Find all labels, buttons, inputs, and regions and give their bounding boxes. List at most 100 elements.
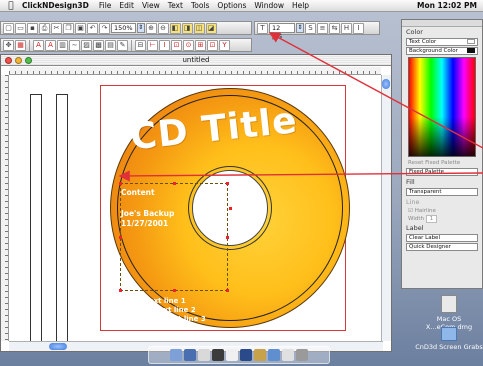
selection-handle[interactable] <box>119 289 122 292</box>
menu-text[interactable]: Text <box>164 1 187 10</box>
center-handle[interactable] <box>229 207 232 210</box>
font-size-field[interactable]: 12 pts <box>269 23 295 40</box>
copy-icon[interactable]: ❐ <box>63 22 74 34</box>
app-icon[interactable] <box>184 349 196 361</box>
bring-front-icon[interactable]: ◧ <box>169 22 181 34</box>
selection-handle[interactable] <box>173 182 176 185</box>
rect-tool-icon[interactable]: ▩ <box>93 39 104 51</box>
open-folder-icon[interactable]: ▭ <box>15 22 26 34</box>
zoom-field[interactable]: 150% <box>111 23 136 33</box>
rotate-tool-icon[interactable]: ⊙ <box>183 39 194 51</box>
fill-tool-icon[interactable]: ▤ <box>105 39 116 51</box>
canvas[interactable]: CD Title Content Joe's Backup 11/27/2001… <box>10 76 381 342</box>
app-menu[interactable]: ClickNDesign3D <box>18 1 95 10</box>
menu-edit[interactable]: Edit <box>115 1 138 10</box>
label-tool-icon[interactable]: Y <box>219 39 230 51</box>
shadow-tool-icon[interactable]: ⊡ <box>171 39 182 51</box>
text-flip-icon[interactable]: H <box>341 22 352 34</box>
group-icon[interactable]: ◫ <box>193 22 205 34</box>
lock-tool-icon[interactable]: ⊟ <box>135 39 146 51</box>
menu-tools[interactable]: Tools <box>187 1 213 10</box>
color-spectrum[interactable] <box>408 57 476 157</box>
new-document-icon[interactable]: ▢ <box>3 22 14 34</box>
ungroup-icon[interactable]: ◪ <box>205 22 217 34</box>
zoom-in-icon[interactable]: ⊕ <box>145 22 157 34</box>
text-style-icon[interactable]: S <box>305 22 316 34</box>
app-icon[interactable] <box>226 349 238 361</box>
document-window: untitled CD Title Content Joe's Backup 1… <box>0 54 392 352</box>
menu-options[interactable]: Options <box>213 1 250 10</box>
clear-label-button[interactable]: Clear Label <box>406 234 478 242</box>
close-icon[interactable] <box>5 57 12 64</box>
right-spine-panel[interactable] <box>56 94 68 342</box>
horizontal-scroll-thumb[interactable] <box>49 343 67 350</box>
mirror-tool-icon[interactable]: ⊞ <box>195 39 206 51</box>
zoom-out-icon[interactable]: ⊖ <box>157 22 169 34</box>
reset-fixed-palette-checkbox[interactable]: Reset Fixed Palette <box>402 159 482 167</box>
text-frame-icon[interactable]: I <box>353 22 364 34</box>
app-icon[interactable] <box>198 349 210 361</box>
text-color-button[interactable]: Text Color <box>406 38 478 46</box>
selection-handle[interactable] <box>119 236 122 239</box>
send-back-icon[interactable]: ◨ <box>181 22 193 34</box>
finder-icon[interactable] <box>170 349 182 361</box>
image-tool-icon[interactable]: ▨ <box>81 39 92 51</box>
app-icon[interactable] <box>268 349 280 361</box>
text-tool-icon[interactable]: T <box>257 22 268 34</box>
menu-view[interactable]: View <box>138 1 164 10</box>
paste-icon[interactable]: ▣ <box>75 22 86 34</box>
fixed-palette-select[interactable]: Fixed Palette <box>406 168 478 176</box>
font-size-stepper-icon[interactable]: ⇕ <box>296 23 304 33</box>
zoom-icon[interactable] <box>25 57 32 64</box>
menu-window[interactable]: Window <box>250 1 288 10</box>
background-color-button[interactable]: Background Color <box>406 47 478 55</box>
text-art-tool-icon[interactable]: A <box>45 39 56 51</box>
zoom-stepper-icon[interactable]: ⇕ <box>136 23 145 33</box>
width-field[interactable]: 1 <box>425 215 438 223</box>
sub-text-line-2[interactable]: Sub text line 2 <box>138 306 196 314</box>
frame-tool-icon[interactable]: ⊡ <box>207 39 218 51</box>
selection-handle[interactable] <box>119 182 122 185</box>
selection-box[interactable] <box>120 183 228 291</box>
undo-icon[interactable]: ↶ <box>87 22 98 34</box>
text-spacing-icon[interactable]: ⇆ <box>329 22 340 34</box>
sub-text-line-1[interactable]: Sub text line 1 <box>128 297 186 305</box>
quick-designer-button[interactable]: Quick Designer <box>406 243 478 251</box>
selection-handle[interactable] <box>226 236 229 239</box>
trash-icon[interactable] <box>296 349 308 361</box>
width-tool-icon[interactable]: ⊢ <box>147 39 158 51</box>
sub-text-line-3[interactable]: Sub text line 3 <box>148 315 206 323</box>
desktop-icon-dmg[interactable]: Mac OS X...eCom.dmg <box>414 295 483 331</box>
palette-titlebar[interactable] <box>402 20 482 27</box>
app-icon[interactable] <box>212 349 224 361</box>
barcode-tool-icon[interactable]: ▥ <box>57 39 68 51</box>
grid-tool-icon[interactable]: ▦ <box>15 39 26 51</box>
cut-icon[interactable]: ✂ <box>51 22 62 34</box>
fill-select[interactable]: Transparent <box>406 188 478 196</box>
desktop-icon-folder[interactable]: CnD3d Screen Grabs <box>414 327 483 351</box>
menu-help[interactable]: Help <box>288 1 313 10</box>
selection-handle[interactable] <box>226 182 229 185</box>
redo-icon[interactable]: ↷ <box>99 22 110 34</box>
height-tool-icon[interactable]: I <box>159 39 170 51</box>
brush-tool-icon[interactable]: ✎ <box>117 39 128 51</box>
vertical-scroll-thumb[interactable] <box>382 79 390 89</box>
vertical-scrollbar[interactable] <box>381 75 391 341</box>
app-icon[interactable] <box>254 349 266 361</box>
line-tool-icon[interactable]: ∼ <box>69 39 80 51</box>
print-icon[interactable]: ⎙ <box>39 22 50 34</box>
hairline-checkbox[interactable]: ☑ Hairline <box>402 207 482 215</box>
pointer-tool-icon[interactable]: ✥ <box>3 39 14 51</box>
menu-file[interactable]: File <box>95 1 116 10</box>
selection-handle[interactable] <box>226 289 229 292</box>
selection-handle[interactable] <box>173 289 176 292</box>
apple-menu-icon[interactable]:  <box>4 1 18 11</box>
app-icon[interactable] <box>240 349 252 361</box>
document-titlebar[interactable]: untitled <box>1 55 391 66</box>
app-icon[interactable] <box>282 349 294 361</box>
left-spine-panel[interactable] <box>30 94 42 342</box>
minimize-icon[interactable] <box>15 57 22 64</box>
text-box-tool-icon[interactable]: A <box>33 39 44 51</box>
align-icon[interactable]: ≡ <box>317 22 328 34</box>
save-icon[interactable]: ▪ <box>27 22 38 34</box>
